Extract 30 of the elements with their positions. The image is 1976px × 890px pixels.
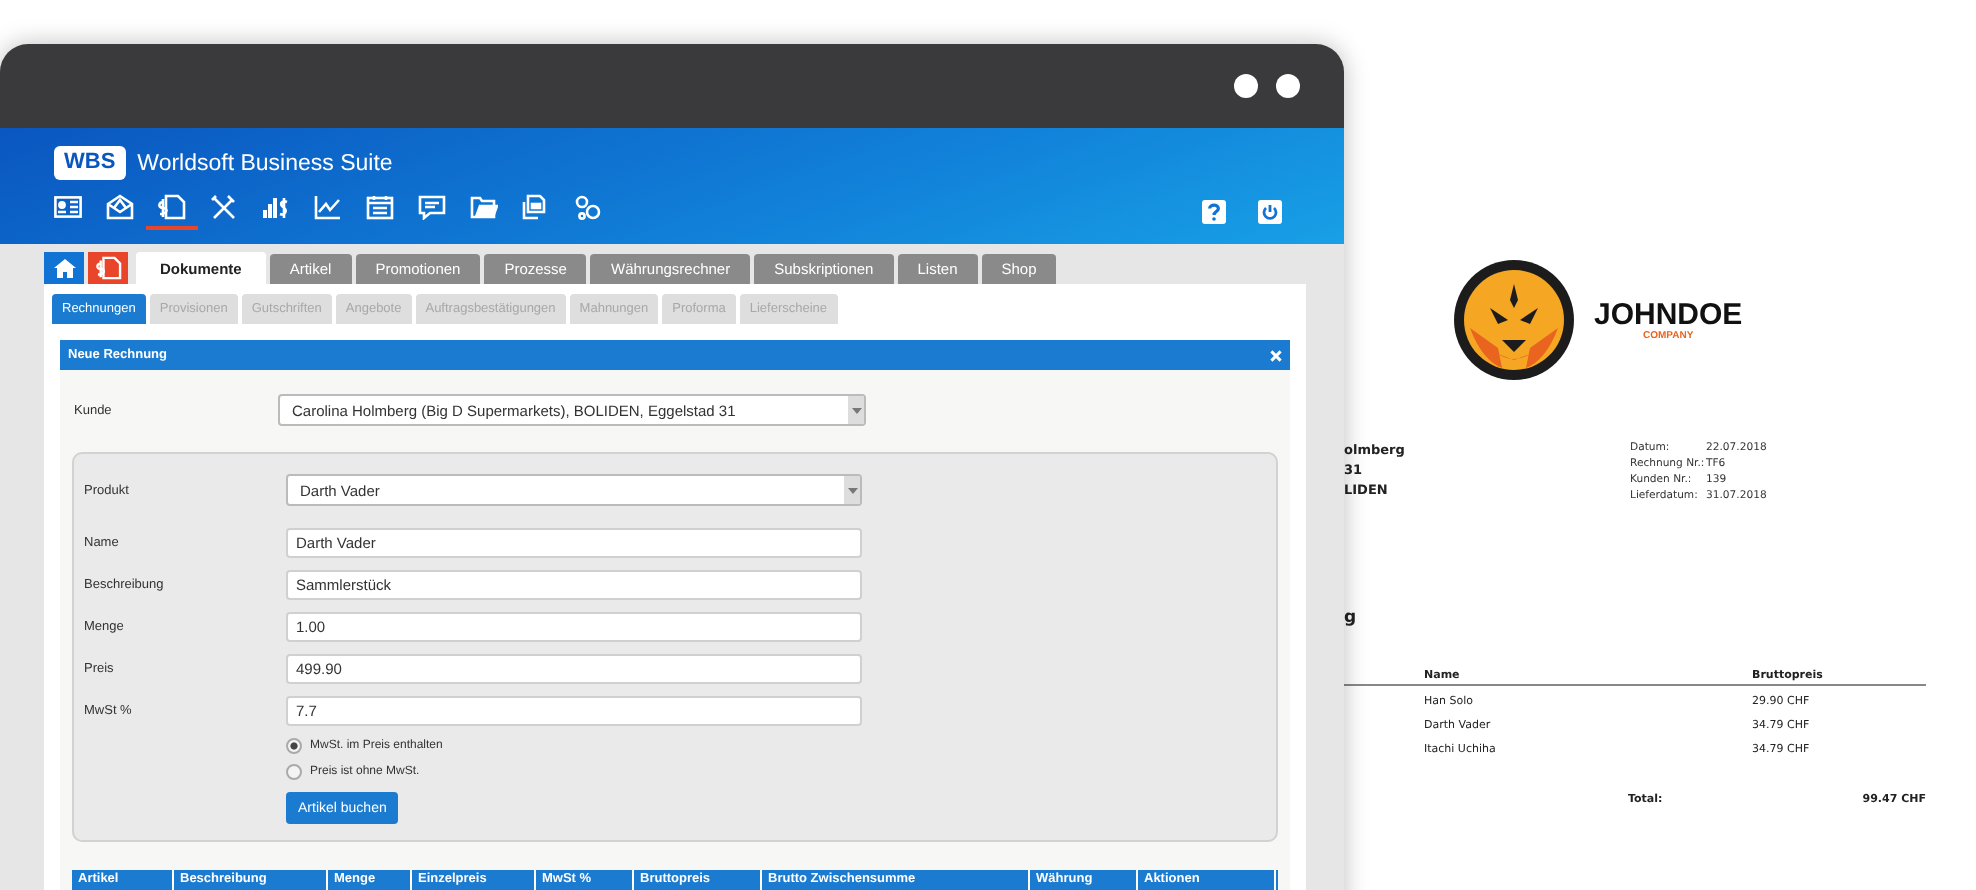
- document-tab[interactable]: [88, 252, 128, 284]
- gears-icon: [574, 194, 602, 220]
- bars-dollar-icon: [262, 194, 290, 220]
- line-chart-icon: [314, 194, 342, 220]
- radio-button[interactable]: [286, 764, 302, 780]
- id-card-icon: [54, 194, 82, 220]
- window-dot-icon: [1276, 74, 1300, 98]
- document-dollar-icon: [158, 194, 186, 220]
- caret-icon: [847, 487, 857, 493]
- radio-button[interactable]: [286, 738, 302, 754]
- chat-icon: [418, 194, 446, 220]
- app-logo: WBS: [54, 146, 126, 180]
- envelope-icon: [106, 194, 134, 220]
- close-icon[interactable]: [1270, 349, 1282, 361]
- tools-icon: [210, 194, 238, 220]
- window-dot-icon: [1234, 74, 1258, 98]
- toolbar-button[interactable]: [146, 192, 198, 230]
- help-icon[interactable]: [1202, 199, 1226, 223]
- home-icon: [53, 258, 75, 278]
- folder-icon: [470, 194, 498, 220]
- caret-icon: [851, 407, 861, 413]
- app-title: Worldsoft Business Suite: [137, 151, 393, 175]
- company-name: JOHNDOE: [1594, 299, 1743, 329]
- power-icon[interactable]: [1258, 199, 1282, 223]
- document-dollar-icon: [95, 256, 121, 280]
- lion-logo: [1454, 260, 1574, 380]
- calendar-icon: [366, 194, 394, 220]
- documents-icon: [522, 194, 550, 220]
- home-tab[interactable]: [44, 252, 84, 284]
- invoice-heading: g: [1344, 608, 1359, 628]
